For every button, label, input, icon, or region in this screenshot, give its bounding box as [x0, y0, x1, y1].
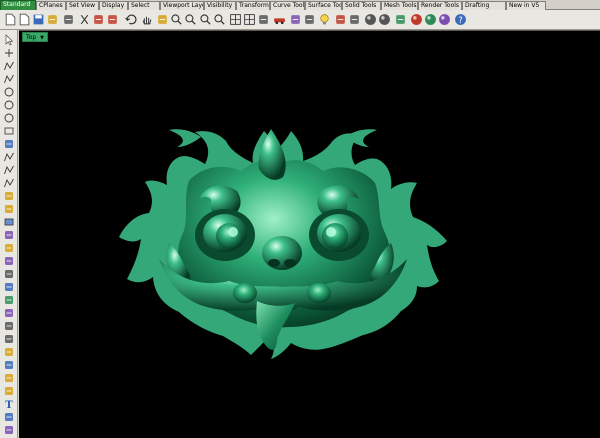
- tab-viewport-layout[interactable]: Viewport Layout: [160, 1, 204, 10]
- svg-text:T: T: [5, 400, 13, 410]
- light-bulb-icon[interactable]: [318, 13, 331, 26]
- copy-icon[interactable]: [92, 13, 105, 26]
- undo-icon[interactable]: [124, 13, 137, 26]
- tab-new-in-v5[interactable]: New in V5: [506, 1, 546, 10]
- cylinder-icon[interactable]: [3, 229, 15, 241]
- move-icon[interactable]: [3, 320, 15, 332]
- svg-text:?: ?: [458, 16, 463, 26]
- cut-icon[interactable]: [78, 13, 91, 26]
- box-solid-icon[interactable]: [3, 216, 15, 228]
- tab-render-tools[interactable]: Render Tools: [418, 1, 462, 10]
- snap-icon[interactable]: [289, 13, 302, 26]
- array-icon[interactable]: [3, 385, 15, 397]
- zoom-dynamic-icon[interactable]: [170, 13, 183, 26]
- text-icon[interactable]: T: [3, 398, 15, 411]
- car-icon[interactable]: [273, 13, 286, 26]
- tab-mesh-tools[interactable]: Mesh Tools: [381, 1, 418, 10]
- ghosted-sphere-icon[interactable]: [424, 13, 437, 26]
- shaded-sphere-icon[interactable]: [410, 13, 423, 26]
- offset-curve-icon[interactable]: [3, 177, 15, 189]
- tab-transform[interactable]: Transform: [236, 1, 270, 10]
- rendered-sphere-icon[interactable]: [364, 13, 377, 26]
- zoom-extents-icon[interactable]: [199, 13, 212, 26]
- analyze-icon[interactable]: [3, 424, 15, 436]
- rectangle-icon[interactable]: [3, 125, 15, 137]
- copy-object-icon[interactable]: [3, 333, 15, 345]
- mesh-icon[interactable]: [3, 242, 15, 254]
- open-file-icon[interactable]: [18, 13, 31, 26]
- select-arrow-icon[interactable]: [3, 34, 15, 46]
- layer-icon[interactable]: [303, 13, 316, 26]
- rotate-view-icon[interactable]: [156, 13, 169, 26]
- dimension-icon[interactable]: [3, 411, 15, 423]
- tab-solid-tools[interactable]: Solid Tools: [342, 1, 381, 10]
- help-icon[interactable]: ?: [454, 13, 467, 26]
- tab-display[interactable]: Display: [99, 1, 128, 10]
- new-file-icon[interactable]: [4, 13, 17, 26]
- render-icon[interactable]: [394, 13, 407, 26]
- curve-icon[interactable]: [3, 73, 15, 85]
- grid-icon[interactable]: [243, 13, 256, 26]
- ellipse-icon[interactable]: [3, 112, 15, 124]
- main-left-toolbar: T: [0, 30, 18, 438]
- rotate-icon[interactable]: [3, 346, 15, 358]
- four-viewports-icon[interactable]: [229, 13, 242, 26]
- polyline-icon[interactable]: [3, 60, 15, 72]
- paste-icon[interactable]: [106, 13, 119, 26]
- import-icon[interactable]: [62, 13, 75, 26]
- surface-icon[interactable]: [3, 190, 15, 202]
- scale-icon[interactable]: [3, 359, 15, 371]
- pan-hand-icon[interactable]: [140, 13, 153, 26]
- point-icon[interactable]: [3, 47, 15, 59]
- tab-cplanes[interactable]: CPlanes: [36, 1, 66, 10]
- join-icon[interactable]: [3, 281, 15, 293]
- tab-drafting[interactable]: Drafting: [462, 1, 506, 10]
- tab-select[interactable]: Select: [128, 1, 160, 10]
- trim-icon[interactable]: [3, 294, 15, 306]
- save-icon[interactable]: [32, 13, 45, 26]
- mirror-icon[interactable]: [3, 372, 15, 384]
- properties-icon[interactable]: [334, 13, 347, 26]
- standard-toolbar: ?: [0, 10, 600, 30]
- tab-visibility[interactable]: Visibility: [204, 1, 236, 10]
- material-sphere-icon[interactable]: [378, 13, 391, 26]
- freeform-icon[interactable]: [3, 151, 15, 163]
- split-icon[interactable]: [3, 307, 15, 319]
- circle-icon[interactable]: [3, 86, 15, 98]
- zoom-window-icon[interactable]: [184, 13, 197, 26]
- boolean-icon[interactable]: [3, 255, 15, 267]
- explode-icon[interactable]: [3, 268, 15, 280]
- cplane-icon[interactable]: [257, 13, 270, 26]
- print-icon[interactable]: [46, 13, 59, 26]
- extrude-icon[interactable]: [3, 203, 15, 215]
- polygon-icon[interactable]: [3, 138, 15, 150]
- tab-standard[interactable]: Standard: [0, 0, 36, 10]
- zoom-selected-icon[interactable]: [213, 13, 226, 26]
- top-viewport[interactable]: Top ▼: [19, 30, 600, 438]
- lock-icon[interactable]: [348, 13, 361, 26]
- xray-sphere-icon[interactable]: [438, 13, 451, 26]
- toolbar-tab-strip: Standard CPlanes Set View Display Select View…: [0, 0, 600, 10]
- barong-mask-model[interactable]: [19, 31, 600, 438]
- tab-set-view[interactable]: Set View: [66, 1, 99, 10]
- tab-surface-tools[interactable]: Surface Tools: [305, 1, 342, 10]
- arc-icon[interactable]: [3, 99, 15, 111]
- tab-curve-tools[interactable]: Curve Tools: [270, 1, 305, 10]
- fillet-curve-icon[interactable]: [3, 164, 15, 176]
